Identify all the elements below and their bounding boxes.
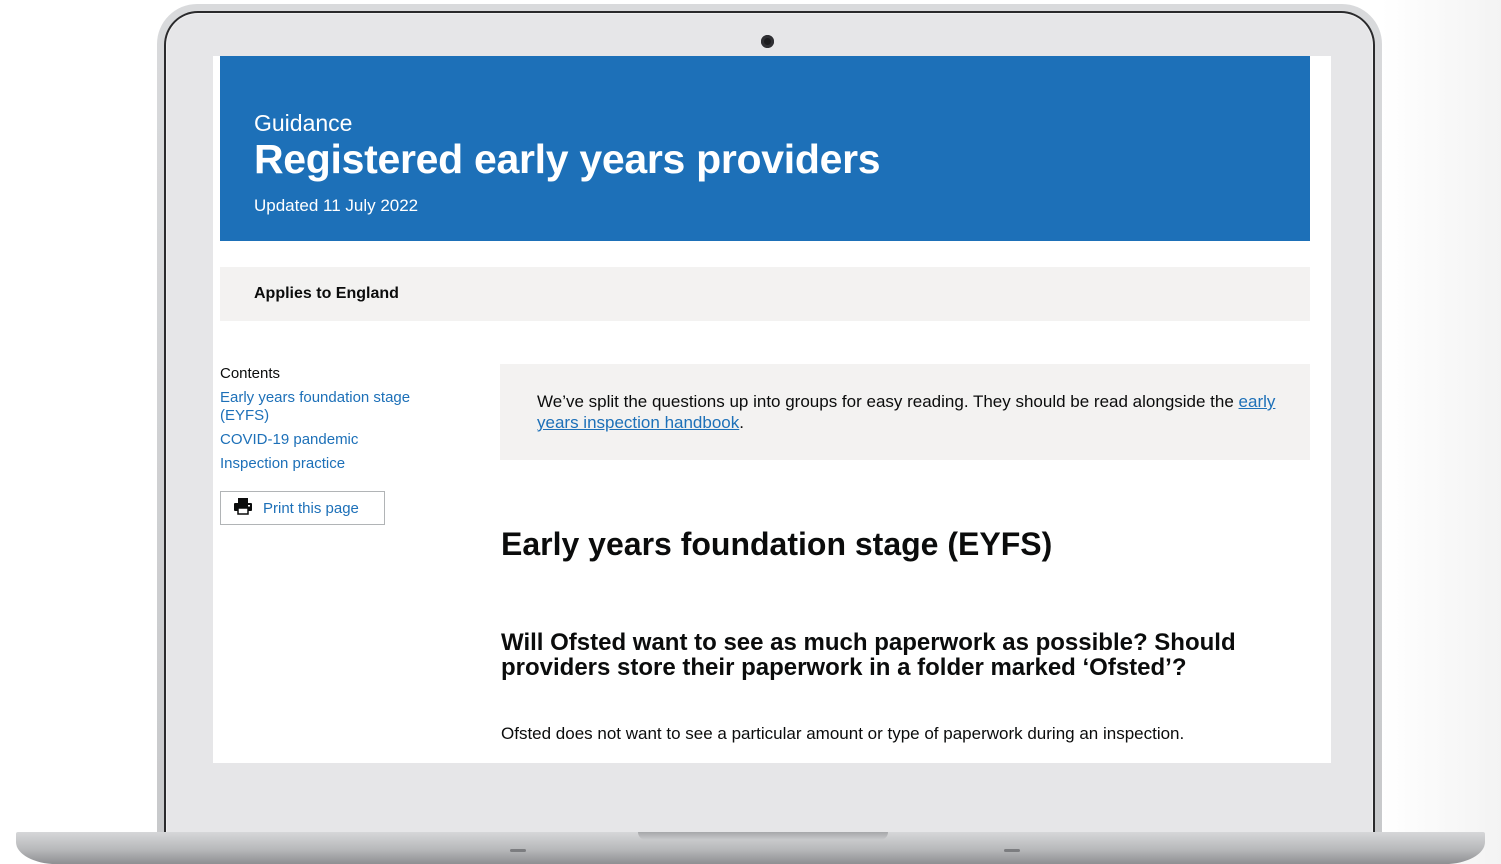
contents-heading: Contents <box>220 365 281 382</box>
laptop-foot-left <box>510 849 526 852</box>
browser-screen: Guidance Registered early years provider… <box>213 56 1331 763</box>
contents-link-covid[interactable]: COVID-19 pandemic <box>220 431 460 449</box>
page-header-banner: Guidance Registered early years provider… <box>220 56 1310 241</box>
applies-to-label: Applies to England <box>254 285 399 302</box>
updated-date: Updated 11 July 2022 <box>254 196 419 215</box>
printer-icon <box>233 497 253 520</box>
contents-link-inspection-practice[interactable]: Inspection practice <box>220 455 460 473</box>
document-type-label: Guidance <box>254 110 353 136</box>
answer-text: Ofsted does not want to see a particular… <box>501 724 1185 743</box>
section-heading-eyfs: Early years foundation stage (EYFS) <box>501 526 1053 562</box>
backdrop-shadow <box>1381 0 1501 864</box>
laptop-base-notch <box>638 832 888 840</box>
camera-icon <box>761 35 774 48</box>
intro-text-before: We’ve split the questions up into groups… <box>537 392 1239 411</box>
intro-text-after: . <box>739 413 744 432</box>
print-page-label: Print this page <box>263 499 359 517</box>
intro-text: We’ve split the questions up into groups… <box>537 391 1277 433</box>
laptop-foot-right <box>1004 849 1020 852</box>
print-page-button[interactable]: Print this page <box>220 491 385 525</box>
page-title: Registered early years providers <box>254 136 881 182</box>
contents-link-eyfs[interactable]: Early years foundation stage (EYFS) <box>220 389 460 425</box>
question-heading: Will Ofsted want to see as much paperwor… <box>501 629 1236 681</box>
applies-to-banner: Applies to England <box>220 267 1310 321</box>
intro-callout: We’ve split the questions up into groups… <box>500 364 1310 460</box>
contents-list: Early years foundation stage (EYFS) COVI… <box>220 389 460 473</box>
